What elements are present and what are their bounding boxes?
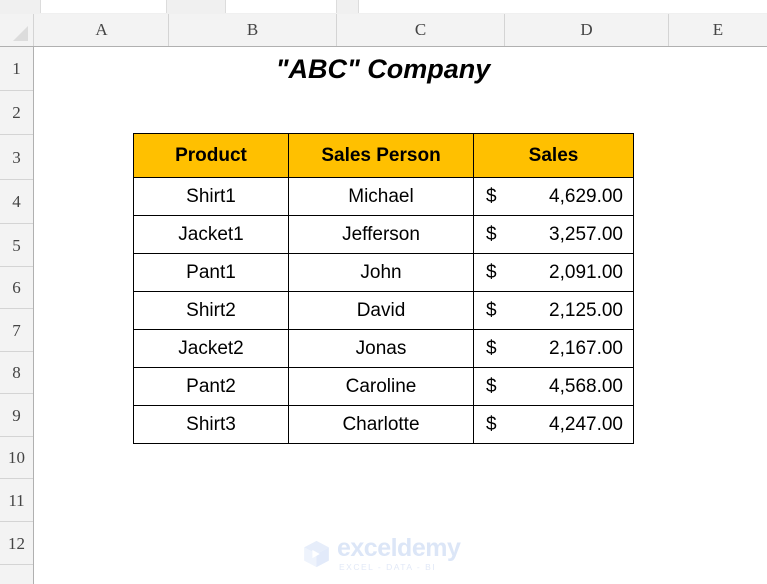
sales-data-table: Product Sales Person Sales Shirt1 Michae… [133, 133, 634, 444]
cell-sales[interactable]: $ 3,257.00 [473, 215, 634, 254]
cell-sales-person[interactable]: Jonas [288, 329, 474, 368]
sales-amount: 2,091.00 [549, 261, 623, 283]
sales-amount: 4,247.00 [549, 413, 623, 435]
cell-sales-person[interactable]: Michael [288, 177, 474, 216]
table-row[interactable]: Shirt3 Charlotte $ 4,247.00 [133, 405, 634, 444]
chrome-tab-1[interactable] [40, 0, 167, 13]
row-header-1[interactable]: 1 [0, 47, 33, 91]
select-all-triangle-icon [13, 26, 28, 41]
cell-sales[interactable]: $ 2,167.00 [473, 329, 634, 368]
chrome-tab-3[interactable] [358, 0, 767, 13]
table-row[interactable]: Shirt2 David $ 2,125.00 [133, 291, 634, 330]
cell-product[interactable]: Jacket2 [133, 329, 289, 368]
sales-amount: 4,629.00 [549, 185, 623, 207]
row-header-9[interactable]: 9 [0, 394, 33, 437]
cell-sales-person[interactable]: Jefferson [288, 215, 474, 254]
currency-symbol: $ [486, 261, 497, 283]
row-header-5[interactable]: 5 [0, 224, 33, 267]
cell-sales-person[interactable]: John [288, 253, 474, 292]
row-header-3[interactable]: 3 [0, 135, 33, 180]
column-header-sales: Sales [473, 133, 634, 178]
table-body: Shirt1 Michael $ 4,629.00 Jacket1 Jeffer… [133, 177, 634, 444]
cell-product[interactable]: Shirt3 [133, 405, 289, 444]
row-header-6[interactable]: 6 [0, 267, 33, 309]
sales-amount: 2,167.00 [549, 337, 623, 359]
chrome-tab-2[interactable] [225, 0, 337, 13]
cell-sales-person[interactable]: Charlotte [288, 405, 474, 444]
table-row[interactable]: Pant1 John $ 2,091.00 [133, 253, 634, 292]
row-header-2[interactable]: 2 [0, 91, 33, 135]
column-header-sales-person: Sales Person [288, 133, 474, 178]
sales-amount: 2,125.00 [549, 299, 623, 321]
currency-symbol: $ [486, 337, 497, 359]
column-header-e[interactable]: E [669, 14, 767, 46]
cell-sales[interactable]: $ 4,247.00 [473, 405, 634, 444]
column-header-d[interactable]: D [505, 14, 669, 46]
table-row[interactable]: Pant2 Caroline $ 4,568.00 [133, 367, 634, 406]
row-header-gutter: 1 2 3 4 5 6 7 8 9 10 11 12 [0, 47, 34, 584]
select-all-button[interactable] [0, 14, 34, 46]
row-header-11[interactable]: 11 [0, 479, 33, 522]
currency-symbol: $ [486, 185, 497, 207]
page-title: "ABC" Company [275, 54, 491, 84]
cell-product[interactable]: Jacket1 [133, 215, 289, 254]
sales-amount: 4,568.00 [549, 375, 623, 397]
cell-sales[interactable]: $ 4,629.00 [473, 177, 634, 216]
cell-sales[interactable]: $ 2,125.00 [473, 291, 634, 330]
cell-product[interactable]: Pant1 [133, 253, 289, 292]
currency-symbol: $ [486, 299, 497, 321]
row-header-12[interactable]: 12 [0, 522, 33, 565]
currency-symbol: $ [486, 223, 497, 245]
window-chrome-strip [0, 0, 767, 15]
column-header-a[interactable]: A [35, 14, 169, 46]
cell-sales[interactable]: $ 4,568.00 [473, 367, 634, 406]
column-header-c[interactable]: C [337, 14, 505, 46]
cell-sales-person[interactable]: Caroline [288, 367, 474, 406]
currency-symbol: $ [486, 375, 497, 397]
row-header-7[interactable]: 7 [0, 309, 33, 352]
row-header-8[interactable]: 8 [0, 352, 33, 394]
column-header-product: Product [133, 133, 289, 178]
row-header-4[interactable]: 4 [0, 180, 33, 224]
cell-sales-person[interactable]: David [288, 291, 474, 330]
cell-product[interactable]: Pant2 [133, 367, 289, 406]
table-row[interactable]: Shirt1 Michael $ 4,629.00 [133, 177, 634, 216]
cell-sales[interactable]: $ 2,091.00 [473, 253, 634, 292]
table-row[interactable]: Jacket1 Jefferson $ 3,257.00 [133, 215, 634, 254]
cell-product[interactable]: Shirt2 [133, 291, 289, 330]
sales-amount: 3,257.00 [549, 223, 623, 245]
excel-window: A B C D E 1 2 3 4 5 6 7 8 9 10 11 12 "AB… [0, 0, 767, 584]
currency-symbol: $ [486, 413, 497, 435]
column-header-b[interactable]: B [169, 14, 337, 46]
table-header-row: Product Sales Person Sales [133, 133, 634, 178]
column-header-band: A B C D E [0, 14, 767, 47]
table-row[interactable]: Jacket2 Jonas $ 2,167.00 [133, 329, 634, 368]
row-header-10[interactable]: 10 [0, 437, 33, 479]
cell-product[interactable]: Shirt1 [133, 177, 289, 216]
